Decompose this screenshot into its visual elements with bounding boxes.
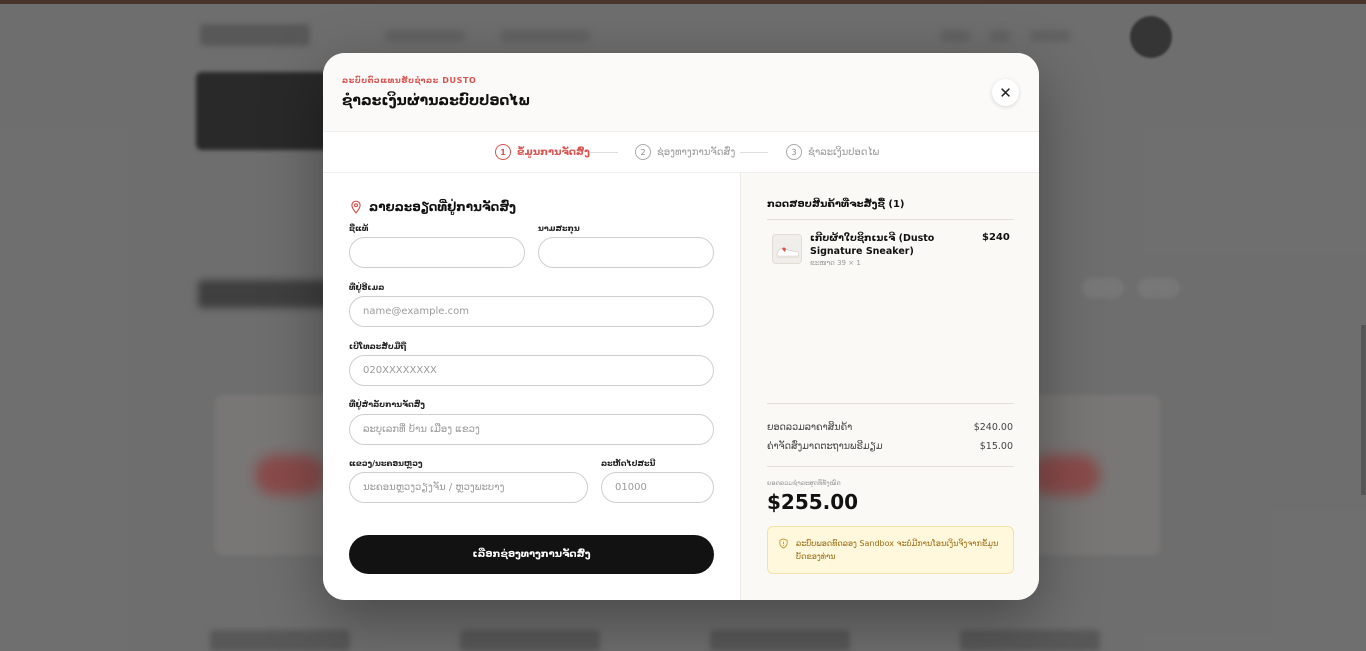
sandbox-notice-text: ລະບົບພອດທົດລອງ Sandbox ຈະບໍ່ມີການໂອນເງິນ… — [796, 539, 999, 561]
info-shield-icon — [779, 538, 788, 549]
phone-label: ເບີໂທລະສັບມືຖື — [349, 342, 407, 351]
step-connector — [590, 152, 618, 153]
last-name-label: ນາມສະກຸນ — [538, 224, 580, 233]
province-field[interactable]: ນະຄອນຫຼວງວຽງຈັນ / ຫຼວງພະບາງ — [349, 472, 588, 503]
modal-eyebrow: ລະບົບຕົວແທນຮັບຊຳລະ DUSTO — [342, 76, 477, 85]
shipping-fee-label: ຄ່າຈັດສົ່ງມາດຕະຖານພຣີມຽມ — [767, 441, 883, 452]
first-name-label: ຊື່ແທ້ — [349, 224, 369, 233]
modal-header: ລະບົບຕົວແທນຮັບຊຳລະ DUSTO ຊຳລະເງິນຜ່ານລະບ… — [323, 53, 1039, 131]
section-title-text: ລາຍລະອຽດທີ່ຢູ່ການຈັດສົ່ງ — [369, 200, 516, 214]
divider — [767, 466, 1014, 467]
product-thumbnail — [772, 234, 802, 264]
section-title: ລາຍລະອຽດທີ່ຢູ່ການຈັດສົ່ງ — [349, 200, 516, 214]
first-name-field[interactable] — [349, 237, 525, 268]
product-name: ເກີບຜ້າໃບຊິກເນເຈີ (Dusto Signature Sneak… — [810, 233, 935, 257]
divider — [767, 219, 1014, 220]
subtotal-value: $240.00 — [973, 422, 1013, 433]
shipping-fee-value: $15.00 — [979, 441, 1013, 452]
divider — [767, 403, 1014, 404]
close-icon: ✕ — [999, 83, 1012, 102]
address-field[interactable]: ລະບຸເລກທີ່ ບ້ານ ເມືອງ ແຂວງ — [349, 414, 714, 445]
order-summary: ກວດສອບສິນຄ້າທີ່ຈະສັ່ງຊື້ (1) ເກີບຜ້າໃບຊິ… — [740, 173, 1039, 600]
map-pin-icon — [351, 200, 361, 214]
step-label: ຊຳລະເງິນປອດໄພ — [808, 146, 880, 158]
checkout-modal: ລະບົບຕົວແທນຮັບຊຳລະ DUSTO ຊຳລະເງິນຜ່ານລະບ… — [323, 53, 1039, 600]
step-shipping-method[interactable]: 2 ຊ່ອງທາງການຈັດສົ່ງ — [635, 144, 735, 160]
step-number: 3 — [786, 144, 802, 160]
shipping-form: ລາຍລະອຽດທີ່ຢູ່ການຈັດສົ່ງ ຊື່ແທ້ ນາມສະກຸນ… — [323, 173, 740, 600]
phone-field[interactable]: 020XXXXXXXX — [349, 355, 714, 386]
step-secure-payment[interactable]: 3 ຊຳລະເງິນປອດໄພ — [786, 144, 879, 160]
step-connector — [740, 152, 768, 153]
email-field[interactable]: name@example.com — [349, 296, 714, 327]
last-name-field[interactable] — [538, 237, 714, 268]
sandbox-notice: ລະບົບພອດທົດລອງ Sandbox ຈະບໍ່ມີການໂອນເງິນ… — [767, 526, 1014, 574]
checkout-stepper: 1 ຂໍ້ມູນການຈັດສົ່ງ 2 ຊ່ອງທາງການຈັດສົ່ງ 3… — [323, 131, 1039, 173]
province-label: ແຂວງ/ນະຄອນຫຼວງ — [349, 459, 423, 468]
product-meta: ຂະໜາດ 39 × 1 — [810, 259, 861, 267]
subtotal-label: ຍອດລວມລາຄາສິນຄ້າ — [767, 422, 853, 433]
step-label: ຊ່ອງທາງການຈັດສົ່ງ — [657, 146, 736, 158]
modal-title: ຊຳລະເງິນຜ່ານລະບົບປອດໄພ — [342, 93, 531, 109]
close-button[interactable]: ✕ — [992, 79, 1019, 106]
product-price: $240 — [982, 232, 1010, 243]
total-value: $255.00 — [767, 490, 859, 514]
address-label: ທີ່ຢູ່ສຳລັບການຈັດສົ່ງ — [349, 400, 425, 409]
step-number: 2 — [635, 144, 651, 160]
step-number: 1 — [495, 144, 511, 160]
email-label: ທີ່ຢູ່ອີເມລ — [349, 283, 385, 292]
postal-code-field[interactable]: 01000 — [601, 472, 714, 503]
postal-code-label: ລະຫັດໄປສະນີ — [601, 459, 656, 468]
select-shipping-method-button[interactable]: ເລືອກຊ່ອງທາງການຈັດສົ່ງ — [349, 535, 714, 574]
step-label: ຂໍ້ມູນການຈັດສົ່ງ — [517, 146, 590, 158]
step-shipping-info[interactable]: 1 ຂໍ້ມູນການຈັດສົ່ງ — [495, 144, 590, 160]
summary-title: ກວດສອບສິນຄ້າທີ່ຈະສັ່ງຊື້ (1) — [767, 199, 905, 210]
sneaker-icon — [776, 247, 800, 258]
total-caption: ຍອດລວມຊຳລະສຸດທິທັງໝົດ — [767, 479, 841, 487]
